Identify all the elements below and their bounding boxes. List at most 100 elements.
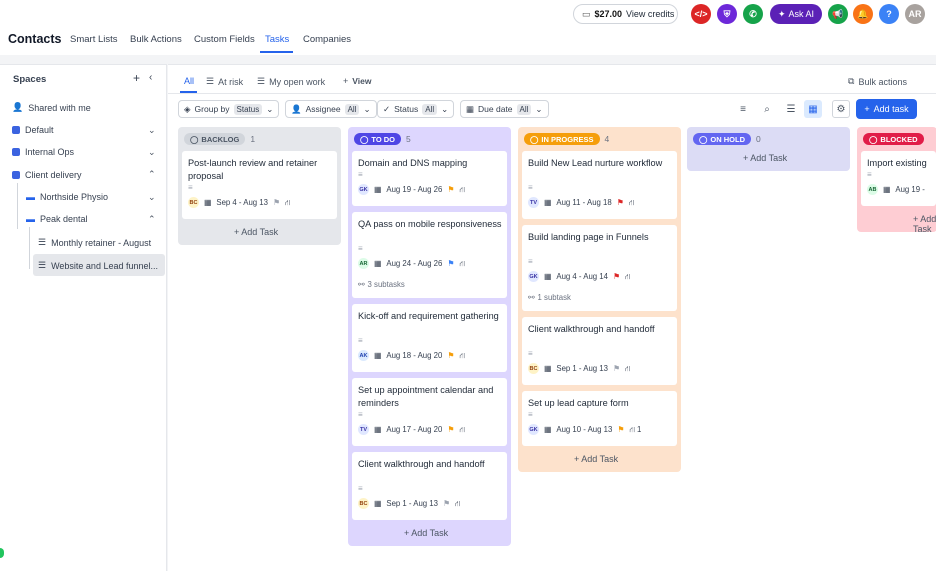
tab-bulk-actions[interactable]: Bulk Actions — [130, 34, 182, 45]
dependency-icon[interactable]: ⛙ 1 — [629, 425, 641, 435]
flag-icon[interactable]: ⚑ — [447, 259, 454, 268]
search-icon[interactable]: ⌕ — [758, 100, 776, 118]
list-view-icon[interactable]: ☰ — [782, 100, 800, 118]
dependency-icon[interactable]: ⛙ — [459, 351, 464, 361]
space-default[interactable]: Default — [12, 125, 54, 135]
task-card[interactable]: Kick-off and requirement gathering ≡ AK ▦ Au… — [352, 304, 507, 372]
list-website-lead-funnel[interactable]: ☰ Website and Lead funnel... — [38, 260, 158, 271]
tab-smart-lists[interactable]: Smart Lists — [70, 34, 118, 45]
dependency-icon[interactable]: ⛙ — [455, 499, 460, 509]
space-label: Client delivery — [25, 170, 82, 180]
plus-icon: + — [343, 76, 349, 86]
task-card[interactable]: Set up appointment calendar and reminder… — [352, 378, 507, 446]
list-monthly-retainer[interactable]: ☰ Monthly retainer - August — [38, 237, 151, 248]
settings-icon[interactable]: ⚙ — [832, 100, 850, 118]
add-task-link[interactable]: + Add Task — [574, 454, 618, 464]
tab-companies[interactable]: Companies — [303, 34, 351, 45]
flag-icon[interactable]: ⚑ — [613, 272, 620, 281]
group-by-filter[interactable]: ◈ Group by Status ⌄ — [178, 100, 280, 118]
dependency-icon[interactable]: ⛙ — [285, 198, 290, 208]
flag-icon[interactable]: ⚑ — [443, 499, 450, 508]
subtasks-link[interactable]: ⚯ 3 subtasks — [358, 280, 405, 289]
chevron-down-icon[interactable]: ⌄ — [148, 147, 156, 158]
folder-peak-dental[interactable]: ▬ Peak dental — [26, 214, 88, 224]
ask-ai-button[interactable]: ✦ Ask AI — [770, 4, 822, 24]
credits-button[interactable]: ▭ $27.00 View credits — [573, 4, 678, 24]
tab-tasks[interactable]: Tasks — [265, 34, 289, 45]
list-label: Website and Lead funnel... — [51, 260, 158, 271]
phone-icon[interactable]: ✆ — [743, 4, 763, 24]
top-bar: Contacts Smart Lists Bulk Actions Custom… — [0, 0, 936, 55]
bulk-actions-button[interactable]: ⧉ Bulk actions — [848, 76, 907, 87]
shield-icon[interactable]: ⛨ — [717, 4, 737, 24]
flag-icon[interactable]: ⚑ — [617, 198, 624, 207]
dependency-icon[interactable]: ⛙ — [625, 272, 630, 282]
dependency-icon[interactable]: ⛙ — [459, 425, 464, 435]
flag-icon[interactable]: ⚑ — [447, 185, 454, 194]
assignee-filter[interactable]: 👤 Assignee All ⌄ — [285, 100, 377, 118]
flag-icon[interactable]: ⚑ — [613, 364, 620, 373]
add-task-link[interactable]: + Add Task — [404, 528, 448, 538]
calendar-icon: ▦ — [466, 103, 475, 114]
tab-custom-fields[interactable]: Custom Fields — [194, 34, 255, 45]
chevron-up-icon[interactable]: ⌃ — [148, 214, 156, 225]
chevron-down-icon[interactable]: ⌄ — [148, 192, 156, 203]
task-card[interactable]: QA pass on mobile responsiveness ≡ AR ▦ Aug … — [352, 212, 507, 298]
view-tab-at-risk[interactable]: ☰ At risk — [206, 76, 243, 87]
dependency-icon[interactable]: ⛙ — [629, 198, 634, 208]
add-task-link[interactable]: + Add Task — [743, 153, 787, 163]
space-client-delivery[interactable]: Client delivery — [12, 170, 82, 180]
status-filter[interactable]: ✓ Status All ⌄ — [377, 100, 455, 118]
help-icon[interactable]: ? — [879, 4, 899, 24]
task-card[interactable]: Build landing page in Funnels ≡ GK ▦ Aug 4 -… — [522, 225, 677, 311]
code-icon[interactable]: </> — [691, 4, 711, 24]
folder-northside-physio[interactable]: ▬ Northside Physio — [26, 192, 108, 202]
due-date-filter[interactable]: ▦ Due date All ⌄ — [460, 100, 549, 118]
task-card[interactable]: Build New Lead nurture workflow ≡ TV ▦ Aug 1… — [522, 151, 677, 219]
collapse-icon[interactable]: ‹ — [149, 72, 152, 83]
dependency-icon[interactable]: ⛙ — [459, 185, 464, 195]
dependency-icon[interactable]: ⛙ — [625, 364, 630, 374]
task-card[interactable]: Client walkthrough and handoff ≡ BC ▦ Sep 1 … — [522, 317, 677, 385]
ask-ai-label: Ask AI — [788, 9, 815, 19]
filter-icon[interactable]: ≡ — [734, 100, 752, 118]
chevron-up-icon[interactable]: ⌃ — [148, 169, 156, 180]
dependency-icon[interactable]: ⛙ — [459, 259, 464, 269]
avatar: AB — [867, 184, 878, 195]
add-task-link[interactable]: + Add Task — [913, 214, 936, 234]
flag-icon[interactable]: ⚑ — [447, 351, 454, 360]
shared-with-me[interactable]: 👤 Shared with me — [12, 102, 91, 113]
flag-icon[interactable]: ⚑ — [273, 198, 280, 207]
board-view-icon[interactable]: ▦ — [804, 100, 822, 118]
filter-value: Status — [233, 103, 263, 115]
flag-icon[interactable]: ⚑ — [447, 425, 454, 434]
add-task-link[interactable]: + Add Task — [234, 227, 278, 237]
status-label: BACKLOG — [201, 134, 240, 144]
view-tab-all[interactable]: All — [184, 76, 194, 86]
description-icon: ≡ — [358, 170, 363, 179]
task-card[interactable]: Domain and DNS mapping ≡ GK ▦ Aug 19 - Aug 2… — [352, 151, 507, 206]
calendar-icon: ▦ — [883, 185, 891, 194]
task-card[interactable]: Post-launch review and retainer proposal… — [182, 151, 337, 219]
task-card[interactable]: Set up lead capture form ≡ GK ▦ Aug 10 - Aug… — [522, 391, 677, 446]
task-meta: AR ▦ Aug 24 - Aug 26 ⚑ ⛙ — [358, 258, 465, 269]
chevron-down-icon[interactable]: ⌄ — [148, 125, 156, 136]
description-icon: ≡ — [528, 183, 533, 192]
megaphone-icon[interactable]: 📢 — [828, 4, 848, 24]
task-meta: BC ▦ Sep 1 - Aug 13 ⚑ ⛙ — [528, 363, 630, 374]
add-space-icon[interactable]: + — [133, 71, 140, 85]
subtasks-link[interactable]: ⚯ 1 subtask — [528, 293, 571, 302]
status-badge: ◯ BLOCKED — [863, 133, 924, 145]
status-circle-icon: ◯ — [530, 134, 539, 144]
space-internal-ops[interactable]: Internal Ops — [12, 147, 74, 157]
task-card[interactable]: Import existing ≡ AB ▦ Aug 19 - — [861, 151, 936, 206]
description-icon: ≡ — [358, 484, 363, 493]
due-date: Aug 10 - Aug 13 — [556, 425, 613, 434]
flag-icon[interactable]: ⚑ — [617, 425, 624, 434]
bell-icon[interactable]: 🔔 — [853, 4, 873, 24]
add-view-button[interactable]: + View — [343, 76, 371, 86]
task-card[interactable]: Client walkthrough and handoff ≡ BC ▦ Sep 1 … — [352, 452, 507, 520]
view-tab-my-open-work[interactable]: ☰ My open work — [257, 76, 325, 87]
avatar[interactable]: AR — [905, 4, 925, 24]
add-task-button[interactable]: + Add task — [856, 99, 917, 119]
